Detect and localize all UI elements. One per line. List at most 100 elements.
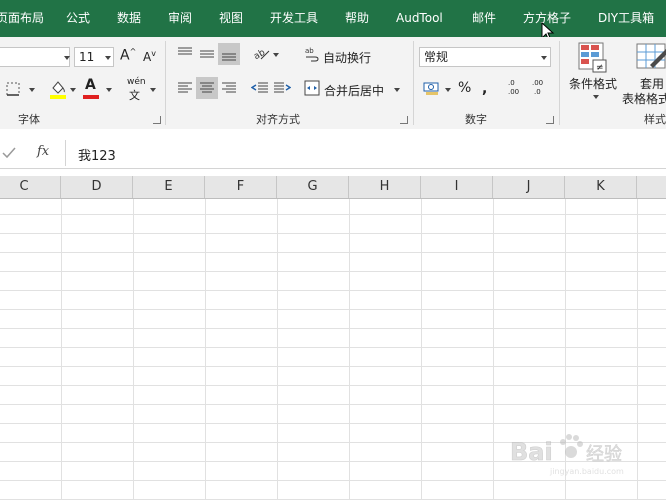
- grid-line: [0, 309, 666, 310]
- formula-input[interactable]: 我123: [78, 145, 116, 164]
- column-header-i[interactable]: I: [421, 176, 493, 198]
- text-orientation-icon[interactable]: ab: [251, 45, 271, 61]
- chevron-down-icon[interactable]: [394, 88, 400, 92]
- decrease-decimal-button[interactable]: .00 .0: [532, 79, 552, 99]
- paw-logo-icon: Bai 经验 jingyan.baidu.com: [510, 434, 624, 476]
- tab-formulas[interactable]: 公式: [66, 0, 90, 37]
- column-header-d[interactable]: D: [61, 176, 133, 198]
- grid-line: [205, 199, 206, 500]
- tab-data[interactable]: 数据: [117, 0, 141, 37]
- font-name-box[interactable]: [0, 47, 70, 67]
- format-as-table-line2[interactable]: 表格格式: [622, 90, 666, 107]
- align-right-icon[interactable]: [221, 81, 237, 95]
- insert-function-button[interactable]: fx: [37, 144, 49, 159]
- column-header-j[interactable]: J: [493, 176, 565, 198]
- ribbon-gap: [0, 129, 666, 138]
- chevron-down-icon[interactable]: [64, 56, 70, 60]
- tab-audtool[interactable]: AudTool: [396, 0, 443, 37]
- chevron-down-icon[interactable]: [150, 88, 156, 92]
- font-color-button[interactable]: A: [85, 77, 96, 93]
- align-center-icon[interactable]: [199, 81, 215, 95]
- dialog-launcher-icon[interactable]: [153, 116, 161, 124]
- align-left-icon[interactable]: [177, 81, 193, 95]
- column-header-f[interactable]: F: [205, 176, 277, 198]
- grid-line: [0, 328, 666, 329]
- wrap-text-button[interactable]: 自动换行: [323, 49, 371, 66]
- grid-line: [133, 199, 134, 500]
- enter-check-icon[interactable]: [2, 146, 16, 160]
- chevron-down-icon[interactable]: [105, 56, 111, 60]
- conditional-formatting-icon[interactable]: ≠: [578, 42, 608, 74]
- accounting-format-icon[interactable]: [423, 80, 441, 96]
- merge-center-icon[interactable]: [304, 80, 320, 96]
- svg-text:≠: ≠: [596, 63, 604, 73]
- comma-style-button[interactable]: ,: [482, 81, 487, 97]
- increase-decimal-button[interactable]: .0 .00: [508, 79, 528, 99]
- column-header-g[interactable]: G: [277, 176, 349, 198]
- tab-help[interactable]: 帮助: [345, 0, 369, 37]
- tab-view[interactable]: 视图: [219, 0, 243, 37]
- grid-line: [421, 199, 422, 500]
- ribbon: 11 A^ Av A wén 文 字体 ab ab 自动换行 合并后居中 对齐方…: [0, 37, 666, 130]
- chevron-down-icon[interactable]: [70, 88, 76, 92]
- grid-line: [0, 290, 666, 291]
- watermark-text2: 经验: [586, 444, 622, 465]
- alignment-group-label: 对齐方式: [256, 113, 300, 126]
- number-format-box[interactable]: 常规: [419, 47, 551, 67]
- grow-font-button[interactable]: A^: [120, 47, 136, 64]
- phonetic-char: 文: [129, 89, 140, 102]
- align-middle-icon[interactable]: [199, 46, 215, 60]
- formula-bar: fx 我123: [0, 138, 666, 169]
- tab-mail[interactable]: 邮件: [472, 0, 496, 37]
- styles-group-label: 样式: [644, 113, 666, 126]
- align-top-icon[interactable]: [177, 46, 193, 60]
- formula-divider: [65, 140, 66, 166]
- chevron-down-icon[interactable]: [541, 56, 547, 60]
- column-header-k[interactable]: K: [565, 176, 637, 198]
- column-header-h[interactable]: H: [349, 176, 421, 198]
- fill-color-icon[interactable]: [49, 79, 67, 99]
- tab-developer[interactable]: 开发工具: [270, 0, 318, 37]
- chevron-down-icon[interactable]: [273, 53, 279, 57]
- group-divider: [413, 41, 414, 125]
- dialog-launcher-icon[interactable]: [400, 116, 408, 124]
- font-group-label: 字体: [18, 113, 40, 126]
- dialog-launcher-icon[interactable]: [546, 116, 554, 124]
- baidu-jingyan-watermark: Bai 经验 jingyan.baidu.com: [510, 428, 660, 478]
- grid-line: [0, 233, 666, 234]
- svg-text:ab: ab: [305, 47, 314, 55]
- conditional-formatting-button[interactable]: 条件格式: [569, 75, 617, 92]
- decrease-indent-icon[interactable]: [251, 81, 269, 95]
- ribbon-tab-bar: 页面布局 公式 数据 审阅 视图 开发工具 帮助 AudTool 邮件 方方格子…: [0, 0, 666, 42]
- font-color-swatch: [83, 95, 99, 99]
- chevron-down-icon[interactable]: [593, 95, 599, 99]
- tab-diy-toolbox[interactable]: DIY工具箱: [598, 0, 654, 37]
- font-size-value: 11: [79, 50, 95, 64]
- grid-line: [0, 385, 666, 386]
- column-header-c[interactable]: C: [0, 176, 61, 198]
- tab-page-layout[interactable]: 页面布局: [0, 0, 44, 37]
- wrap-text-icon[interactable]: ab: [305, 46, 319, 62]
- grid-line: [493, 199, 494, 500]
- column-header-e[interactable]: E: [133, 176, 205, 198]
- grid-line: [277, 199, 278, 500]
- percent-button[interactable]: %: [458, 80, 471, 96]
- shrink-font-button[interactable]: Av: [143, 49, 156, 64]
- format-as-table-icon[interactable]: [636, 43, 666, 73]
- border-icon[interactable]: [6, 82, 20, 96]
- tab-review[interactable]: 审阅: [168, 0, 192, 37]
- phonetic-button[interactable]: wén: [127, 77, 146, 87]
- align-bottom-icon[interactable]: [221, 46, 237, 62]
- grid-line: [0, 480, 666, 481]
- chevron-down-icon[interactable]: [445, 88, 451, 92]
- merge-center-button[interactable]: 合并后居中: [324, 82, 384, 99]
- increase-indent-icon[interactable]: [273, 81, 291, 95]
- number-format-value: 常规: [424, 50, 449, 64]
- grid-line: [0, 423, 666, 424]
- grid-line: [0, 366, 666, 367]
- grid-line: [349, 199, 350, 500]
- grid-line: [0, 271, 666, 272]
- chevron-down-icon[interactable]: [106, 88, 112, 92]
- group-divider: [165, 41, 166, 125]
- chevron-down-icon[interactable]: [29, 88, 35, 92]
